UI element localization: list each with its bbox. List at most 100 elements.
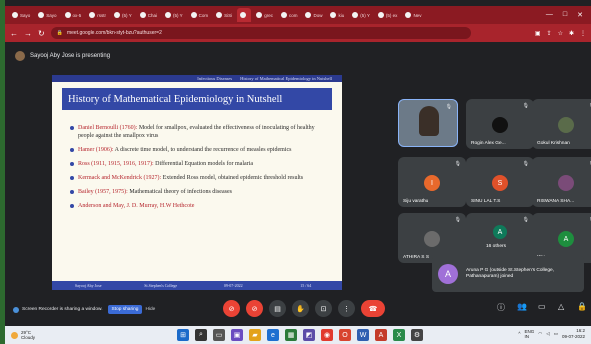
word-icon[interactable]: W (357, 329, 369, 341)
tab-label: kiu (338, 12, 345, 18)
participant-avatar: I (424, 175, 440, 191)
minimize-icon[interactable]: — (546, 11, 553, 19)
lock-icon: 🔒 (56, 30, 63, 36)
wifi-icon[interactable]: ◠ (538, 331, 542, 337)
taskbar-apps: ⊞ ⌕ ▭ ▣ ▰ e ▦ ◩ ◉ O W A X ⚙ (177, 329, 423, 341)
battery-icon[interactable]: ▭ (554, 331, 558, 337)
file-explorer-icon[interactable]: ▰ (249, 329, 261, 341)
menu-icon[interactable]: ⋮ (580, 30, 586, 37)
browser-tab[interactable]: Dow (302, 8, 325, 22)
maximize-icon[interactable]: □ (563, 11, 567, 19)
search-icon[interactable]: ⌕ (195, 329, 207, 341)
browser-tab[interactable]: rsstr (86, 8, 109, 22)
forward-icon[interactable]: → (24, 29, 32, 38)
tab-favicon-icon (305, 12, 312, 18)
raise-hand-button[interactable]: ✋ (292, 300, 309, 317)
tab-label: (5) Y (122, 12, 132, 18)
browser-tab[interactable]: Com (188, 8, 212, 22)
browser-tab[interactable]: Nev (402, 8, 424, 22)
tab-label: rsstr (97, 12, 107, 18)
bullet-text: A discrete time model, to understand the… (113, 147, 292, 153)
browser-tab[interactable]: Sayo (35, 8, 59, 22)
language-indicator[interactable]: ENG IN (525, 329, 535, 339)
bullet-author: Anderson and May, J. D. Murray, H.W Heth… (78, 203, 195, 209)
task-view-icon[interactable]: ▭ (213, 329, 225, 341)
participant-video (419, 106, 439, 136)
mic-off-button[interactable]: ⊘ (223, 300, 240, 317)
mic-muted-icon: 🎙 (454, 161, 461, 167)
close-icon[interactable]: ✕ (577, 11, 583, 19)
chrome-icon[interactable]: ◉ (321, 329, 333, 341)
excel-icon[interactable]: X (393, 329, 405, 341)
mic-muted-icon: 🎙 (445, 104, 452, 110)
mic-off-icon: ⊘ (228, 305, 235, 313)
participant-name: Rogin Alex Ge... (471, 141, 506, 146)
participant-tile[interactable]: 🎙Gokul Krishnan (532, 99, 591, 149)
teams-icon[interactable]: ▣ (231, 329, 243, 341)
slide-bullet: Kermack and McKendrick (1927): Extended … (70, 174, 326, 182)
tab-favicon-icon (164, 12, 171, 18)
tab-favicon-icon (352, 12, 359, 18)
browser-tab[interactable]: (5) Y (111, 8, 135, 22)
leave-call-button[interactable]: ☎ (361, 300, 385, 317)
stop-sharing-button[interactable]: Stop sharing (107, 305, 143, 314)
address-bar[interactable]: 🔒 meet.google.com/bkn-styt-bzu?authuser=… (50, 27, 471, 39)
chat-icon[interactable]: ▭ (538, 302, 546, 311)
participant-tile[interactable]: 🎙 Rogin Alex Ge... (466, 99, 534, 149)
extensions-icon[interactable]: ✱ (569, 30, 574, 37)
app-icon[interactable]: ◩ (303, 329, 315, 341)
activities-icon[interactable]: △ (558, 302, 564, 311)
chevron-up-icon[interactable]: ^ (518, 331, 520, 336)
browser-tab[interactable]: grec (253, 8, 276, 22)
browser-tab[interactable]: SiSi (213, 8, 235, 22)
browser-tab[interactable]: com (278, 8, 301, 22)
captions-button[interactable]: ▤ (269, 300, 286, 317)
browser-tab[interactable]: kiu (327, 8, 347, 22)
camera-icon[interactable]: ▣ (535, 30, 541, 37)
opera-icon[interactable]: O (339, 329, 351, 341)
host-controls-icon[interactable]: 🔒 (577, 302, 587, 311)
browser-tab[interactable]: Sayo (9, 8, 33, 22)
browser-tab[interactable]: ox-5 (62, 8, 85, 22)
reload-icon[interactable]: ↻ (38, 29, 45, 38)
slide-footer: Sayooj Aby Jose St.Stephen's College 09-07… (52, 281, 342, 290)
bookmark-star-icon[interactable]: ☆ (558, 30, 563, 37)
participant-tile[interactable]: 🎙 (398, 99, 458, 147)
store-icon[interactable]: ▦ (285, 329, 297, 341)
present-button[interactable]: ⊡ (315, 300, 332, 317)
browser-tab[interactable]: (5) Y (349, 8, 373, 22)
camera-off-button[interactable]: ⊘ (246, 300, 263, 317)
browser-tab[interactable] (237, 8, 252, 22)
participant-tile[interactable]: S 🎙 SINU LAL T.S (466, 157, 534, 207)
browser-tab[interactable]: (5) Y (162, 8, 186, 22)
slide-title: History of Mathematical Epidemiology in … (62, 88, 332, 110)
slide-footer-item: St.Stephen's College (144, 283, 178, 288)
hide-button[interactable]: Hide (145, 307, 155, 312)
participant-name: Gokul Krishnan (537, 141, 570, 146)
start-icon[interactable]: ⊞ (177, 329, 189, 341)
participant-tile[interactable]: I 🎙 Siju varathu (398, 157, 466, 207)
slide-bullet: Daniel Bernoulli (1760): Model for small… (70, 124, 326, 140)
tab-favicon-icon (139, 12, 146, 18)
info-icon[interactable]: ⓘ (497, 302, 505, 313)
back-icon[interactable]: ← (10, 29, 18, 38)
presenting-text: Sayooj Aby Jose is presenting (30, 53, 111, 59)
clock[interactable]: 16:2 09-07-2022 (562, 328, 585, 339)
people-icon[interactable]: 👥 (517, 302, 527, 311)
avatar: A (438, 264, 458, 284)
tab-favicon-icon (240, 12, 247, 18)
settings-icon[interactable]: ⚙ (411, 329, 423, 341)
weather-widget[interactable]: 29°C Cloudy (11, 330, 35, 340)
notification-text: Aruna P G (outside St.Stephen's College,… (466, 267, 555, 280)
volume-icon[interactable]: ◁ (546, 331, 549, 337)
more-options-button[interactable]: ⋮ (338, 300, 355, 317)
edge-icon[interactable]: e (267, 329, 279, 341)
mic-muted-icon: 🎙 (454, 217, 461, 223)
pdf-icon[interactable]: A (375, 329, 387, 341)
participant-tile[interactable]: 🎙RISWANA SHA... (532, 157, 591, 207)
participant-name: ATHIRA S S (403, 255, 430, 260)
browser-tab[interactable]: Chai (137, 8, 160, 22)
windows-taskbar: 29°C Cloudy ⊞ ⌕ ▭ ▣ ▰ e ▦ ◩ ◉ O W A X ⚙ … (5, 326, 591, 344)
share-icon[interactable]: ⇪ (547, 30, 552, 37)
browser-tab[interactable]: (5) ex (375, 8, 401, 22)
